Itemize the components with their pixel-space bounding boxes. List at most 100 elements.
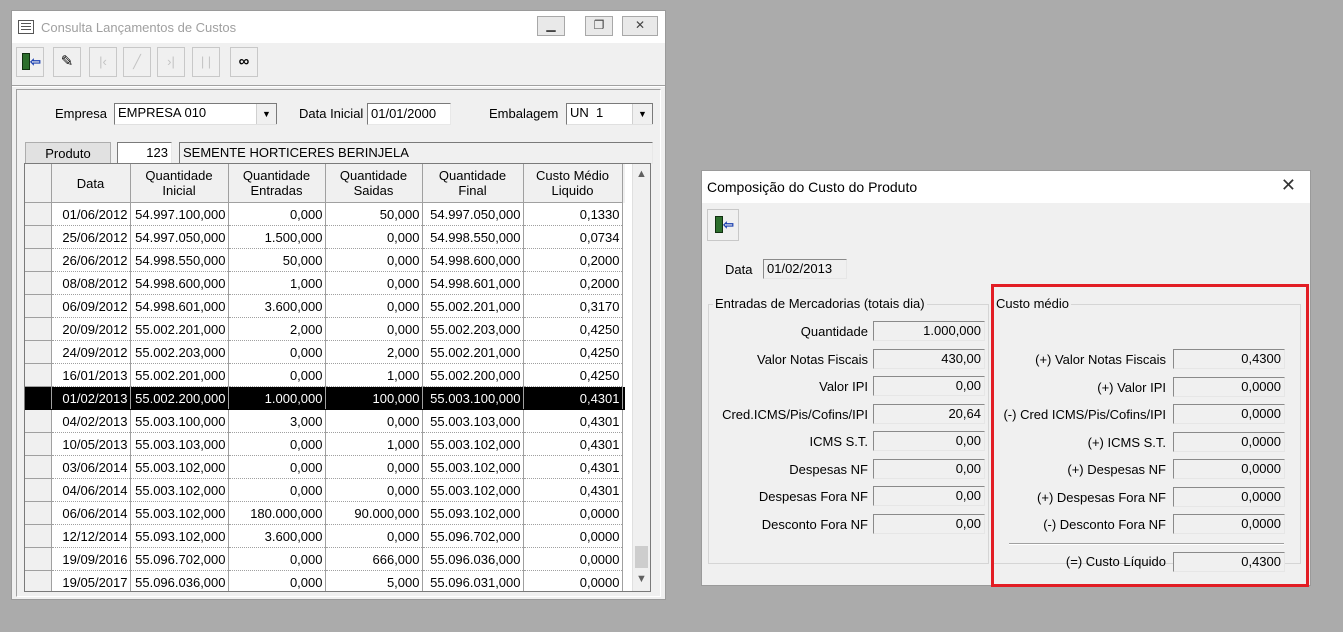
row-indicator[interactable] xyxy=(25,271,52,295)
chevron-down-icon[interactable]: ▼ xyxy=(256,104,277,124)
grid-corner xyxy=(25,164,52,203)
grid-column-header[interactable]: Quantidade Saidas xyxy=(325,164,423,203)
table-cell: 55.096.031,000 xyxy=(422,570,524,591)
embalagem-combo[interactable]: UN 1 ▼ xyxy=(566,103,653,125)
close-button[interactable]: ✕ xyxy=(1281,175,1296,196)
grid-column-header[interactable]: Quantidade Entradas xyxy=(228,164,326,203)
row-indicator[interactable] xyxy=(25,455,52,479)
table-row[interactable]: 08/08/2012 54.998.600,000 1,000 0,000 54.998… xyxy=(25,271,625,295)
row-indicator[interactable] xyxy=(25,409,52,433)
table-cell: 0,000 xyxy=(228,547,326,571)
table-cell: 55.096.702,000 xyxy=(422,524,524,548)
minimize-button[interactable]: ▁ xyxy=(537,16,565,36)
row-indicator[interactable] xyxy=(25,225,52,249)
table-row[interactable]: 01/06/2012 54.997.100,000 0,000 50,000 54.99… xyxy=(25,202,625,226)
table-cell: 0,000 xyxy=(325,524,423,548)
table-cell: 54.998.601,000 xyxy=(130,294,229,318)
row-indicator[interactable] xyxy=(25,478,52,502)
grid-scrollbar[interactable]: ▲ ▼ xyxy=(632,164,650,591)
row-indicator[interactable] xyxy=(25,524,52,548)
row-indicator[interactable] xyxy=(25,317,52,341)
table-cell: 55.003.102,000 xyxy=(130,455,229,479)
pause-button[interactable]: | | xyxy=(192,47,220,77)
row-spacer xyxy=(622,386,625,410)
grid-column-header[interactable]: Quantidade Inicial xyxy=(130,164,229,203)
table-cell: 55.002.201,000 xyxy=(130,363,229,387)
table-row[interactable]: 26/06/2012 54.998.550,000 50,000 0,000 54.99… xyxy=(25,248,625,272)
table-cell: 0,000 xyxy=(228,478,326,502)
row-indicator[interactable] xyxy=(25,547,52,571)
edit-button[interactable]: ╱ xyxy=(123,47,151,77)
grid-column-header[interactable]: Quantidade Final xyxy=(422,164,524,203)
exit-button[interactable]: ⇦ xyxy=(16,47,44,77)
row-indicator[interactable] xyxy=(25,340,52,364)
restore-button[interactable]: ❐ xyxy=(585,16,613,36)
table-row[interactable]: 25/06/2012 54.997.050,000 1.500,000 0,000 54… xyxy=(25,225,625,249)
table-cell: 2,000 xyxy=(325,340,423,364)
table-cell: 0,000 xyxy=(228,363,326,387)
table-row[interactable]: 03/06/2014 55.003.102,000 0,000 0,000 55.003… xyxy=(25,455,625,479)
table-cell: 55.002.201,000 xyxy=(422,294,524,318)
row-indicator[interactable] xyxy=(25,386,52,410)
exit-button[interactable]: ⇦ xyxy=(707,209,739,241)
table-row[interactable]: 19/05/2017 55.096.036,000 0,000 5,000 55.096… xyxy=(25,570,625,591)
column-header-line1: Quantidade xyxy=(242,168,311,183)
table-cell: 3.600,000 xyxy=(228,294,326,318)
table-row[interactable]: 12/12/2014 55.093.102,000 3.600,000 0,000 55… xyxy=(25,524,625,548)
row-spacer xyxy=(622,226,625,249)
table-cell: 0,000 xyxy=(228,432,326,456)
scroll-thumb[interactable] xyxy=(635,546,648,568)
embalagem-label: Embalagem xyxy=(489,106,559,121)
row-indicator[interactable] xyxy=(25,570,52,591)
table-row[interactable]: 04/06/2014 55.003.102,000 0,000 0,000 55.003… xyxy=(25,478,625,502)
last-record-button[interactable]: ›| xyxy=(157,47,185,77)
first-record-button[interactable]: |‹ xyxy=(89,47,117,77)
produto-code-field[interactable]: 123 xyxy=(117,142,172,164)
table-cell: 0,000 xyxy=(325,455,423,479)
column-header-line2: Saidas xyxy=(353,183,394,198)
table-row[interactable]: 24/09/2012 55.002.203,000 0,000 2,000 55.002… xyxy=(25,340,625,364)
table-row[interactable]: 04/02/2013 55.003.100,000 3,000 0,000 55.003… xyxy=(25,409,625,433)
clear-button[interactable]: ✎ xyxy=(53,47,81,77)
table-cell: 19/09/2016 xyxy=(51,547,131,571)
column-header-line2: Inicial xyxy=(162,183,196,198)
table-row[interactable]: 06/06/2014 55.003.102,000 180.000,000 90.00… xyxy=(25,501,625,525)
table-cell: 0,000 xyxy=(325,478,423,502)
row-indicator[interactable] xyxy=(25,432,52,456)
row-indicator[interactable] xyxy=(25,202,52,226)
table-row[interactable]: 20/09/2012 55.002.201,000 2,000 0,000 55.002… xyxy=(25,317,625,341)
row-indicator[interactable] xyxy=(25,294,52,318)
row-indicator[interactable] xyxy=(25,501,52,525)
table-cell: 0,0000 xyxy=(523,570,623,591)
table-cell: 54.997.100,000 xyxy=(130,202,229,226)
table-cell: 25/06/2012 xyxy=(51,225,131,249)
grid-column-header[interactable]: Custo Médio Liquido xyxy=(523,164,623,203)
table-row[interactable]: 16/01/2013 55.002.201,000 0,000 1,000 55.002… xyxy=(25,363,625,387)
table-cell: 1.000,000 xyxy=(228,386,326,410)
table-row[interactable]: 06/09/2012 54.998.601,000 3.600,000 0,000 55… xyxy=(25,294,625,318)
grid-column-header[interactable]: Data xyxy=(51,164,131,203)
empresa-combo[interactable]: EMPRESA 010 ▼ xyxy=(114,103,277,125)
table-cell: 3.600,000 xyxy=(228,524,326,548)
table-cell: 0,2000 xyxy=(523,248,623,272)
entradas-row-value: 0,00 xyxy=(873,431,985,451)
search-button[interactable]: ∞ xyxy=(230,47,258,77)
table-row[interactable]: 10/05/2013 55.003.103,000 0,000 1,000 55.003… xyxy=(25,432,625,456)
table-row[interactable]: 19/09/2016 55.096.702,000 0,000 666,000 55.0… xyxy=(25,547,625,571)
window-titlebar[interactable]: Composição do Custo do Produto ✕ xyxy=(702,171,1310,203)
row-spacer xyxy=(622,295,625,318)
window-titlebar[interactable]: Consulta Lançamentos de Custos ▁ ❐ ✕ xyxy=(12,11,665,43)
row-spacer xyxy=(622,272,625,295)
scroll-down-icon[interactable]: ▼ xyxy=(633,570,650,588)
table-cell: 0,000 xyxy=(325,271,423,295)
chevron-down-icon[interactable]: ▼ xyxy=(632,104,653,124)
column-header-line2: Final xyxy=(458,183,487,198)
table-cell: 08/08/2012 xyxy=(51,271,131,295)
row-indicator[interactable] xyxy=(25,363,52,387)
scroll-up-icon[interactable]: ▲ xyxy=(633,165,650,183)
table-row[interactable]: 01/02/2013 55.002.200,000 1.000,000 100,000… xyxy=(25,386,625,410)
close-button[interactable]: ✕ xyxy=(622,16,658,36)
row-indicator[interactable] xyxy=(25,248,52,272)
table-cell: 55.002.200,000 xyxy=(422,363,524,387)
data-inicial-field[interactable]: 01/01/2000 xyxy=(367,103,451,125)
